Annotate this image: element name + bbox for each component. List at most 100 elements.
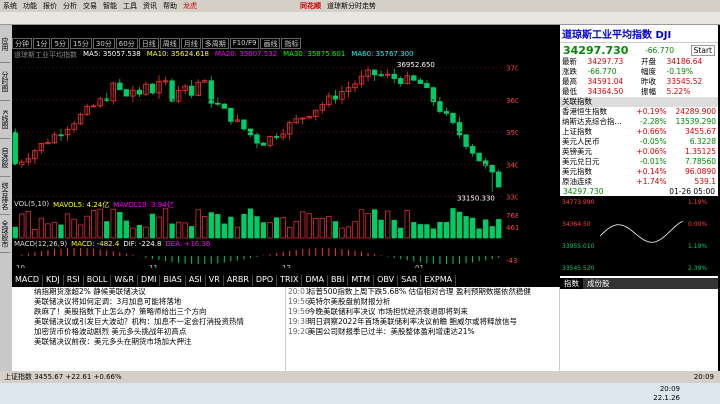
news-time: 19:56 xyxy=(288,307,310,316)
period-tab-8[interactable]: 月线 xyxy=(180,38,201,49)
news-item[interactable]: 纳指期货涨超2% 静候美联储决议 xyxy=(14,287,283,297)
indicator-tab-mtm[interactable]: MTM xyxy=(348,275,375,286)
sidebar-item-app[interactable]: 应用 xyxy=(0,25,10,63)
indicator-tab-boll[interactable]: BOLL xyxy=(84,275,112,286)
menu-item-dragon[interactable]: 龙虎 xyxy=(183,1,197,11)
tab-components[interactable]: 成份股 xyxy=(583,278,614,289)
related-row[interactable]: 香港恒生指数 +0.19% 24289.900 xyxy=(560,107,718,117)
volume-bar xyxy=(202,216,208,239)
quote-cell: 34364.50 xyxy=(587,87,624,96)
volume-bar xyxy=(300,211,306,239)
candle-body xyxy=(391,73,397,79)
mini-tick: 33545.520 xyxy=(562,265,595,272)
period-tab-7[interactable]: 周线 xyxy=(159,38,180,49)
indicator-tab-dmi[interactable]: DMI xyxy=(138,275,161,286)
period-tab-9[interactable]: 多周期 xyxy=(201,38,229,49)
related-row[interactable]: 纳斯达克综合指... -2.28% 13539.290 xyxy=(560,117,718,127)
volume-bar xyxy=(267,222,273,239)
period-tab-11[interactable]: 画线 xyxy=(260,38,281,49)
sidebar-item-kline[interactable]: K线图 xyxy=(0,101,10,139)
indicator-tab-dma[interactable]: DMA xyxy=(302,275,329,286)
quote-table: 最新 34297.73 开盘 34186.64 涨跌 -66.770 幅度 -0.19% 最高 3… xyxy=(560,57,718,97)
indicator-tab-bbi[interactable]: BBI xyxy=(328,275,349,286)
volume-bar xyxy=(273,217,280,239)
menu-item-quote[interactable]: 报价 xyxy=(43,1,57,11)
related-cell: 美元兑日元 xyxy=(562,157,600,166)
quote-cell: -66.770 xyxy=(587,67,617,76)
news-item[interactable]: 20:01 标普500指数上周下跌5.68% 估值相对合理 盈利预期数据依然稳健 xyxy=(288,287,557,297)
indicator-tab-bias[interactable]: BIAS xyxy=(160,275,186,286)
sidebar-item-global[interactable]: 全球股市 xyxy=(0,215,10,253)
kline-chart[interactable]: 37000.00 36000.00 35000.00 34000.00 33000.00… xyxy=(12,58,518,268)
month-tick: 12 xyxy=(282,264,291,268)
news-headline: 美联储决议或引发巨大波动？机构：加息不一定会打消投资热情 xyxy=(34,317,244,326)
start-button[interactable]: Start xyxy=(690,44,715,56)
mini-tick: 34773.990 xyxy=(562,199,595,206)
period-tab-3[interactable]: 15分 xyxy=(69,38,92,49)
related-cell: 香港恒生指数 xyxy=(562,107,607,116)
indicator-tab-asi[interactable]: ASI xyxy=(186,275,206,286)
candle-body xyxy=(476,152,482,162)
related-row[interactable]: 美元人民币 -0.05% 6.3228 xyxy=(560,137,718,147)
menu-item-system[interactable]: 系统 xyxy=(3,1,17,11)
indicator-tab-trix[interactable]: TRIX xyxy=(277,275,303,286)
menu-item-smart[interactable]: 智能 xyxy=(103,1,117,11)
news-item[interactable]: 19:38 明日洞察2022年首场美联储利率决议前瞻 鲍威尔或将释放信号 xyxy=(288,317,557,327)
indicator-tab-w&r[interactable]: W&R xyxy=(111,275,139,286)
menu-item-news[interactable]: 资讯 xyxy=(143,1,157,11)
mini-intraday-chart[interactable]: 34773.990 1.19% 34364.50 0.00% 33955.010 1.19… xyxy=(560,196,718,276)
volume-bar xyxy=(424,224,430,239)
indicator-tab-kdj[interactable]: KDJ xyxy=(43,275,64,286)
news-item[interactable]: 美联储决议或引发巨大波动？机构：加息不一定会打消投资热情 xyxy=(14,317,283,327)
news-item[interactable]: 美联储决议将如何定调：3月加息可能将落地 xyxy=(14,297,283,307)
indicator-tab-rsi[interactable]: RSI xyxy=(64,275,84,286)
news-item[interactable]: 19:56 英特尔美股盘前财报分析 xyxy=(288,297,557,307)
period-tab-1[interactable]: 1分 xyxy=(33,38,51,49)
indicator-tab-macd[interactable]: MACD xyxy=(12,275,43,286)
news-item[interactable]: 加密货币价格波动剧烈 美元多头挑战年初高点 xyxy=(14,327,283,337)
menu-item-function[interactable]: 功能 xyxy=(23,1,37,11)
tab-index[interactable]: 指数 xyxy=(560,278,583,289)
volume-bar xyxy=(182,222,188,239)
related-row[interactable]: 美元兑日元 -0.01% 7.78560 xyxy=(560,157,718,167)
indicator-tab-sar[interactable]: SAR xyxy=(398,275,422,286)
sidebar-item-timeshare[interactable]: 分时图 xyxy=(0,63,10,101)
period-tab-6[interactable]: 日线 xyxy=(138,38,159,49)
news-item[interactable]: 美联储决议前夜：美元多头在期货市场加大押注 xyxy=(14,337,283,347)
indicator-tab-arbr[interactable]: ARBR xyxy=(224,275,253,286)
period-tab-12[interactable]: 指标 xyxy=(281,38,302,49)
indicator-tab-obv[interactable]: OBV xyxy=(374,275,399,286)
menu-item-tools[interactable]: 工具 xyxy=(123,1,137,11)
news-item[interactable]: 19:56 今晚美联储利率决议 市场担忧经济衰退即将到来 xyxy=(288,307,557,317)
candle-body xyxy=(332,95,339,100)
news-headline: 今晚美联储利率决议 市场担忧经济衰退即将到来 xyxy=(308,307,468,316)
menu-item-trade[interactable]: 交易 xyxy=(83,1,97,11)
period-tab-10[interactable]: F10/F9 xyxy=(229,38,260,49)
sidebar-item-watchlist[interactable]: 自选股 xyxy=(0,139,10,177)
sidebar-item-ranking[interactable]: 综合排名 xyxy=(0,177,10,215)
period-tab-2[interactable]: 5分 xyxy=(51,38,69,49)
candle-body xyxy=(456,122,463,136)
related-row[interactable]: 英镑美元 +0.06% 1.35125 xyxy=(560,147,718,157)
volume-bar xyxy=(189,226,195,239)
period-tab-5[interactable]: 60分 xyxy=(115,38,138,49)
indicator-tab-vr[interactable]: VR xyxy=(206,275,224,286)
news-headline: 美联储决议前夜：美元多头在期货市场加大押注 xyxy=(34,337,192,346)
related-row[interactable]: 上证指数 +0.66% 3455.67 xyxy=(560,127,718,137)
volume-bar xyxy=(169,223,175,239)
period-tab-4[interactable]: 30分 xyxy=(92,38,115,49)
dif-val: DIF: -224.8 xyxy=(123,240,162,248)
indicator-tab-expma[interactable]: EXPMA xyxy=(421,275,457,286)
news-item[interactable]: 19:20 美国公司财报季已过半：美股整体盈利增速达21% xyxy=(288,327,557,337)
news-item[interactable]: 跌麻了！美股指数下止怎么办？策略师给出三个方向 xyxy=(14,307,283,317)
menu-item-help[interactable]: 帮助 xyxy=(163,1,177,11)
volume-bar xyxy=(339,227,345,239)
related-row[interactable]: 美元指数 +0.14% 96.0890 xyxy=(560,167,718,177)
indicator-tab-dpo[interactable]: DPO xyxy=(253,275,278,286)
quote-cell: 5.22% xyxy=(666,87,691,96)
news-time xyxy=(14,317,34,327)
news-time xyxy=(14,307,34,317)
menu-item-analysis[interactable]: 分析 xyxy=(63,1,77,11)
period-tab-0[interactable]: 分钟 xyxy=(12,38,32,49)
related-row[interactable]: 原油连续 +1.74% 539.1 xyxy=(560,177,718,187)
